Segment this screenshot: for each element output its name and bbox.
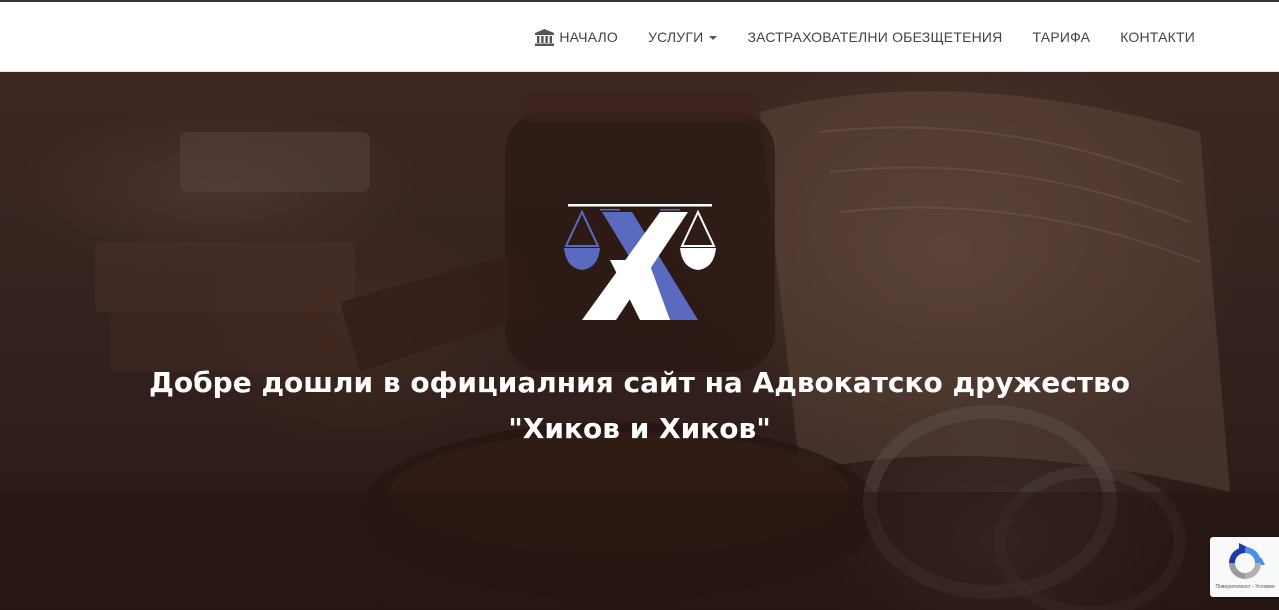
caret-down-icon — [709, 36, 718, 40]
hero-headline-line1: Добре дошли в официалния сайт на Адвокат… — [148, 366, 1131, 399]
nav-item-tariff-label: ТАРИФА — [1032, 29, 1091, 45]
nav-item-home-label: НАЧАЛО — [559, 29, 618, 45]
hero-headline-line2: "Хиков и Хиков" — [508, 412, 771, 445]
hero-banner: Добре дошли в официалния сайт на Адвокат… — [0, 72, 1279, 610]
bank-icon — [535, 28, 555, 46]
nav-item-contacts[interactable]: КОНТАКТИ — [1105, 2, 1195, 72]
nav-item-contacts-label: КОНТАКТИ — [1120, 29, 1195, 45]
nav-item-insurance[interactable]: ЗАСТРАХОВАТЕЛНИ ОБЕЗЩЕТЕНИЯ — [732, 2, 1017, 72]
nav-item-home[interactable]: НАЧАЛО — [520, 2, 633, 72]
navbar: НАЧАЛО УСЛУГИ ЗАСТРАХОВАТЕЛНИ ОБЕЗЩЕТЕНИ… — [0, 2, 1279, 72]
nav-item-tariff[interactable]: ТАРИФА — [1018, 2, 1106, 72]
recaptcha-label[interactable]: Поверителност - Условия — [1212, 584, 1278, 590]
nav-item-services-label: УСЛУГИ — [647, 29, 704, 45]
recaptcha-badge[interactable]: Поверителност - Условия — [1210, 537, 1279, 597]
main-nav: НАЧАЛО УСЛУГИ ЗАСТРАХОВАТЕЛНИ ОБЕЗЩЕТЕНИ… — [520, 2, 1195, 72]
nav-item-services[interactable]: УСЛУГИ — [633, 2, 732, 72]
scales-x-logo — [564, 204, 716, 320]
recaptcha-icon — [1229, 543, 1265, 579]
nav-item-insurance-label: ЗАСТРАХОВАТЕЛНИ ОБЕЗЩЕТЕНИЯ — [747, 29, 1003, 45]
hero-headline: Добре дошли в официалния сайт на Адвокат… — [100, 360, 1179, 452]
hero-background-image — [0, 72, 1279, 610]
